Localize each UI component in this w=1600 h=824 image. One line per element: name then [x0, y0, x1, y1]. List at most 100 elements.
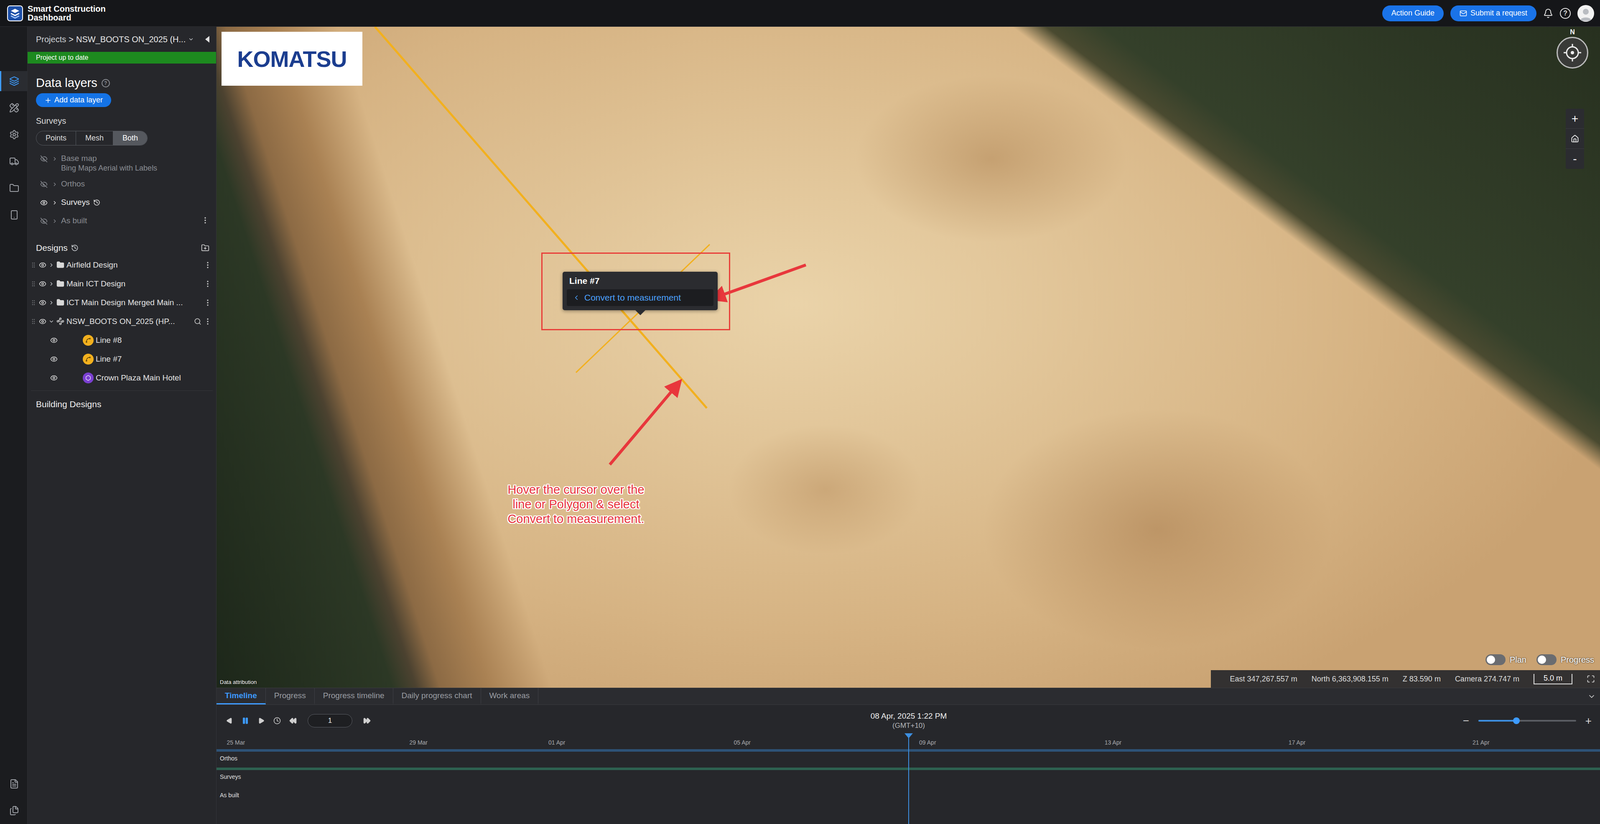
- project-name[interactable]: NSW_BOOTS ON_2025 (H...: [76, 34, 186, 45]
- new-folder-icon[interactable]: [201, 243, 210, 253]
- map-toggle[interactable]: Progress: [1536, 654, 1595, 665]
- rail-item[interactable]: [0, 124, 28, 145]
- chevron-right-icon[interactable]: [48, 299, 55, 306]
- chevron-right-icon[interactable]: [48, 280, 55, 287]
- design-row[interactable]: Main ICT Design: [30, 274, 212, 293]
- fullscreen-icon[interactable]: [1586, 674, 1595, 683]
- design-row[interactable]: NSW_BOOTS ON_2025 (HP...: [30, 311, 212, 331]
- drag-handle-icon[interactable]: [30, 299, 37, 306]
- zoom-in-button[interactable]: +: [1583, 714, 1594, 728]
- zoom-out-button[interactable]: −: [1461, 714, 1471, 728]
- timeline-axis[interactable]: 25 Mar29 Mar01 Apr05 Apr09 Apr13 Apr17 A…: [216, 736, 1600, 824]
- design-child-row[interactable]: Crown Plaza Main Hotel: [30, 368, 212, 388]
- more-icon[interactable]: [203, 298, 212, 307]
- design-line[interactable]: [374, 26, 707, 408]
- rail-item[interactable]: [0, 800, 28, 821]
- zoom-out-button[interactable]: -: [1565, 148, 1585, 169]
- timeline-tab[interactable]: Progress timeline: [314, 687, 394, 705]
- help-button[interactable]: ?: [1559, 7, 1571, 19]
- pause-button[interactable]: [239, 714, 251, 727]
- expand-toggle[interactable]: [51, 179, 58, 190]
- map-view[interactable]: KOMATSULine #7Convert to measurementHove…: [216, 26, 1600, 688]
- help-button[interactable]: ?: [101, 78, 110, 88]
- bell-icon[interactable]: [1543, 8, 1554, 19]
- switch[interactable]: [1536, 654, 1557, 665]
- more-icon[interactable]: [201, 216, 210, 225]
- layer-row[interactable]: Base mapBing Maps Aerial with Labels: [39, 149, 210, 176]
- eye-icon[interactable]: [38, 317, 47, 326]
- eye-icon[interactable]: [38, 280, 47, 288]
- visibility-toggle[interactable]: [39, 197, 49, 208]
- convert-to-measurement-button[interactable]: Convert to measurement: [566, 289, 714, 306]
- design-child-row[interactable]: Line #8: [30, 330, 212, 350]
- chevron-right-icon[interactable]: [48, 262, 55, 268]
- more-icon[interactable]: [203, 317, 212, 326]
- timeline-tab[interactable]: Progress: [265, 687, 315, 705]
- view-mode-button[interactable]: Points: [36, 131, 77, 146]
- frame-input[interactable]: [307, 713, 353, 728]
- drag-handle-icon[interactable]: [30, 261, 37, 269]
- expand-toggle[interactable]: [51, 153, 58, 164]
- design-row[interactable]: ICT Main Design Merged Main ...: [30, 292, 212, 312]
- speed-button[interactable]: [271, 714, 283, 727]
- compass-button[interactable]: [1556, 36, 1589, 69]
- rail-item[interactable]: [0, 151, 28, 172]
- chevron-down-icon[interactable]: [48, 318, 55, 325]
- rail-item[interactable]: [0, 71, 28, 92]
- data-attribution[interactable]: Data attribution: [219, 678, 257, 686]
- action-guide-button[interactable]: Action Guide: [1382, 5, 1444, 22]
- collapse-triangle-icon[interactable]: [204, 35, 211, 44]
- fast-forward-button[interactable]: [361, 714, 373, 727]
- zoom-slider[interactable]: [1478, 719, 1577, 722]
- eye-icon[interactable]: [38, 261, 47, 269]
- expand-toggle[interactable]: [51, 216, 58, 227]
- design-child-row[interactable]: Line #7: [30, 349, 212, 369]
- view-mode-button[interactable]: Both: [113, 131, 148, 146]
- slider-knob[interactable]: [1513, 717, 1520, 724]
- submit-request-button[interactable]: Submit a request: [1450, 5, 1537, 22]
- timeline-tab[interactable]: Timeline: [216, 687, 266, 705]
- collapse-panel-button[interactable]: [1583, 687, 1600, 705]
- step-back-button[interactable]: [224, 714, 235, 727]
- eye-icon[interactable]: [50, 355, 58, 363]
- timeline-tab[interactable]: Daily progress chart: [393, 687, 482, 705]
- timeline-zoom: −+: [1461, 714, 1594, 728]
- timeline-tab[interactable]: Work areas: [481, 687, 539, 705]
- rail-item[interactable]: [0, 773, 28, 794]
- visibility-toggle[interactable]: [39, 216, 49, 227]
- eye-icon[interactable]: [38, 298, 47, 307]
- layer-row[interactable]: Surveys: [39, 193, 210, 212]
- design-row[interactable]: Airfield Design: [30, 255, 212, 275]
- brand[interactable]: Smart ConstructionDashboard: [6, 4, 106, 23]
- map-toggle[interactable]: Plan: [1485, 654, 1527, 665]
- home-button[interactable]: [1565, 128, 1585, 149]
- zoom-in-button[interactable]: +: [1565, 108, 1585, 129]
- play-button[interactable]: [255, 714, 267, 727]
- search-icon[interactable]: [193, 317, 202, 326]
- drag-handle-icon[interactable]: [30, 280, 37, 288]
- visibility-toggle[interactable]: [39, 153, 49, 164]
- rewind-button[interactable]: [287, 714, 299, 727]
- history-icon[interactable]: [71, 244, 79, 252]
- more-icon[interactable]: [203, 260, 212, 270]
- caret-down-icon[interactable]: [188, 36, 194, 43]
- visibility-toggle[interactable]: [39, 179, 49, 190]
- breadcrumb-root[interactable]: Projects: [35, 34, 67, 45]
- more-icon[interactable]: [203, 279, 212, 288]
- history-icon[interactable]: [93, 198, 101, 207]
- playhead[interactable]: [908, 733, 910, 824]
- layer-row[interactable]: Orthos: [39, 175, 210, 194]
- view-mode-button[interactable]: Mesh: [76, 131, 114, 146]
- user-avatar[interactable]: [1577, 5, 1595, 22]
- add-data-layer-button[interactable]: Add data layer: [35, 93, 112, 108]
- rail-item[interactable]: [0, 204, 28, 225]
- expand-toggle[interactable]: [51, 197, 58, 208]
- rail-item[interactable]: [0, 97, 28, 118]
- eye-icon[interactable]: [50, 336, 58, 344]
- switch[interactable]: [1485, 654, 1506, 665]
- eye-icon[interactable]: [50, 374, 58, 382]
- layer-row[interactable]: As built: [39, 211, 210, 231]
- rail-item[interactable]: [0, 178, 28, 199]
- drag-handle-icon[interactable]: [30, 318, 37, 325]
- breadcrumb[interactable]: Projects>NSW_BOOTS ON_2025 (H...: [35, 34, 194, 45]
